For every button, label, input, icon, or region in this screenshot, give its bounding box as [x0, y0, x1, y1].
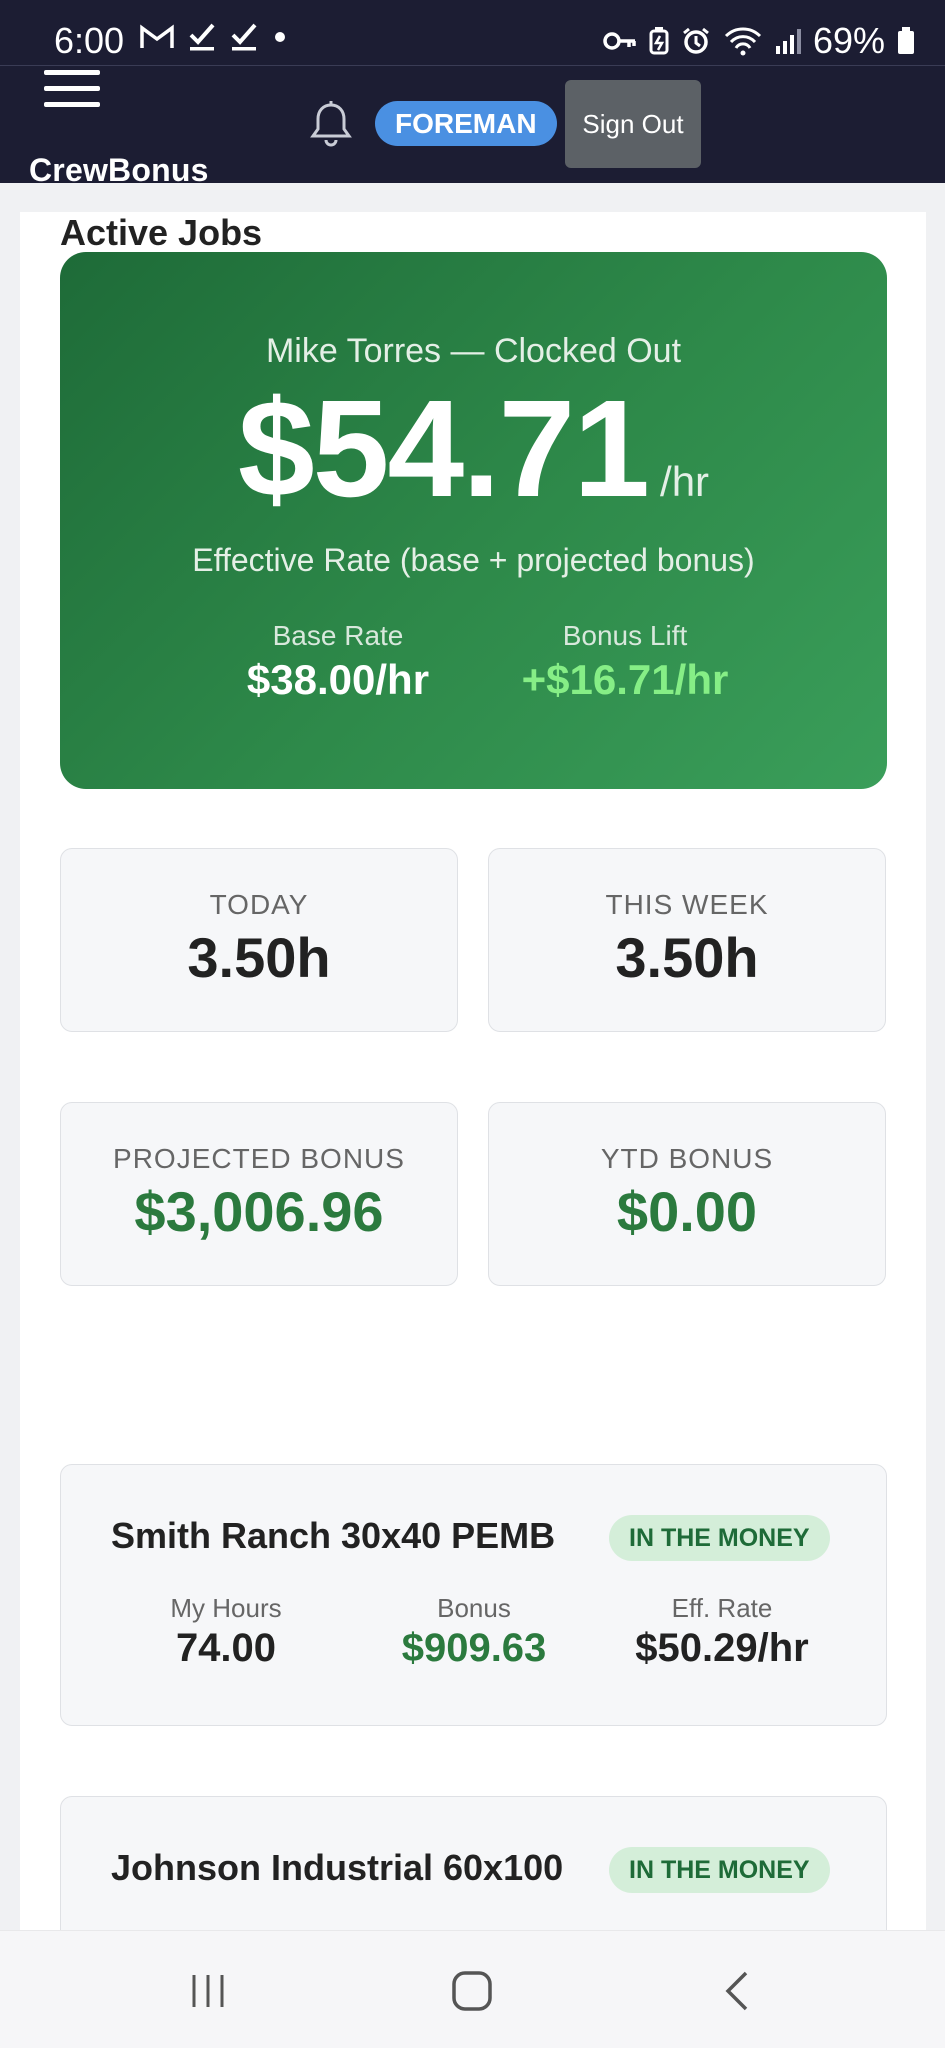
bonus-lift-value: +$16.71/hr	[521, 656, 729, 703]
stat-today-label: TODAY	[209, 889, 309, 920]
bonus-lift: Bonus Lift +$16.71/hr	[495, 620, 755, 704]
app-header: CrewBonus FOREMAN Sign Out	[0, 66, 945, 188]
wifi-icon	[724, 27, 761, 56]
job-status-badge: IN THE MONEY	[609, 1847, 830, 1893]
key-icon	[603, 32, 636, 50]
gmail-icon	[140, 24, 174, 48]
sign-out-button[interactable]: Sign Out	[565, 80, 701, 168]
job-status-badge: IN THE MONEY	[609, 1515, 830, 1561]
job-rate-label: Eff. Rate	[671, 1593, 773, 1623]
signal-icon	[775, 29, 801, 54]
stat-week-value: 3.50h	[615, 926, 759, 989]
job-eff-rate: Eff. Rate $50.29/hr	[602, 1593, 842, 1671]
active-jobs-title: Active Jobs	[60, 212, 263, 253]
battery-icon	[898, 27, 914, 54]
main-content: Mike Torres — Clocked Out $54.71 /hr Eff…	[20, 212, 926, 2012]
job-hours-value: 74.00	[175, 1626, 277, 1670]
job-bonus: Bonus $909.63	[354, 1593, 594, 1671]
stat-projected-label: PROJECTED BONUS	[113, 1143, 405, 1174]
status-bar: 6:00 69%	[0, 0, 945, 66]
job-bonus-value: $909.63	[401, 1626, 547, 1670]
job-name: Johnson Industrial 60x100	[111, 1847, 564, 1888]
stat-projected-value: $3,006.96	[134, 1180, 384, 1243]
role-badge: FOREMAN	[375, 101, 557, 146]
effective-rate-description: Effective Rate (base + projected bonus)	[192, 542, 755, 578]
stat-projected-bonus: PROJECTED BONUS $3,006.96	[60, 1102, 458, 1286]
app-brand: CrewBonus	[29, 152, 209, 188]
bonus-lift-label: Bonus Lift	[562, 620, 688, 651]
effective-rate-unit: /hr	[660, 458, 710, 505]
alarm-icon	[683, 27, 709, 54]
worker-status: Mike Torres — Clocked Out	[265, 332, 682, 370]
battery-saver-icon	[649, 27, 669, 55]
stat-ytd-value: $0.00	[616, 1180, 758, 1243]
menu-icon[interactable]	[44, 70, 100, 110]
job-hours-label: My Hours	[170, 1593, 282, 1623]
back-icon[interactable]	[697, 1961, 777, 2021]
effective-rate: $54.71 /hr	[60, 380, 887, 518]
home-icon[interactable]	[432, 1961, 512, 2021]
job-card[interactable]: Smith Ranch 30x40 PEMB IN THE MONEY My H…	[60, 1464, 887, 1726]
job-name: Smith Ranch 30x40 PEMB	[111, 1515, 556, 1556]
stat-this-week: THIS WEEK 3.50h	[488, 848, 886, 1032]
system-nav-bar	[0, 1930, 945, 2048]
stat-ytd-bonus: YTD BONUS $0.00	[488, 1102, 886, 1286]
effective-rate-value: $54.71	[237, 372, 650, 526]
stat-ytd-label: YTD BONUS	[600, 1143, 774, 1174]
base-rate: Base Rate $38.00/hr	[210, 620, 466, 704]
notification-icons	[140, 22, 288, 52]
system-icons: 69%	[603, 20, 915, 62]
base-rate-label: Base Rate	[272, 620, 404, 651]
dot-icon	[275, 32, 285, 42]
job-bonus-label: Bonus	[437, 1593, 511, 1623]
job-hours: My Hours 74.00	[106, 1593, 346, 1671]
effective-rate-card: Mike Torres — Clocked Out $54.71 /hr Eff…	[60, 252, 887, 789]
check-icon	[189, 23, 215, 51]
base-rate-value: $38.00/hr	[246, 656, 430, 703]
recents-icon[interactable]	[168, 1961, 248, 2021]
bell-icon[interactable]	[308, 99, 354, 149]
stat-week-label: THIS WEEK	[605, 889, 769, 920]
battery-percent: 69%	[812, 20, 885, 61]
stat-today: TODAY 3.50h	[60, 848, 458, 1032]
status-time: 6:00	[54, 20, 125, 61]
job-rate-value: $50.29/hr	[635, 1626, 809, 1670]
stat-today-value: 3.50h	[187, 926, 331, 989]
check-icon	[231, 23, 257, 51]
